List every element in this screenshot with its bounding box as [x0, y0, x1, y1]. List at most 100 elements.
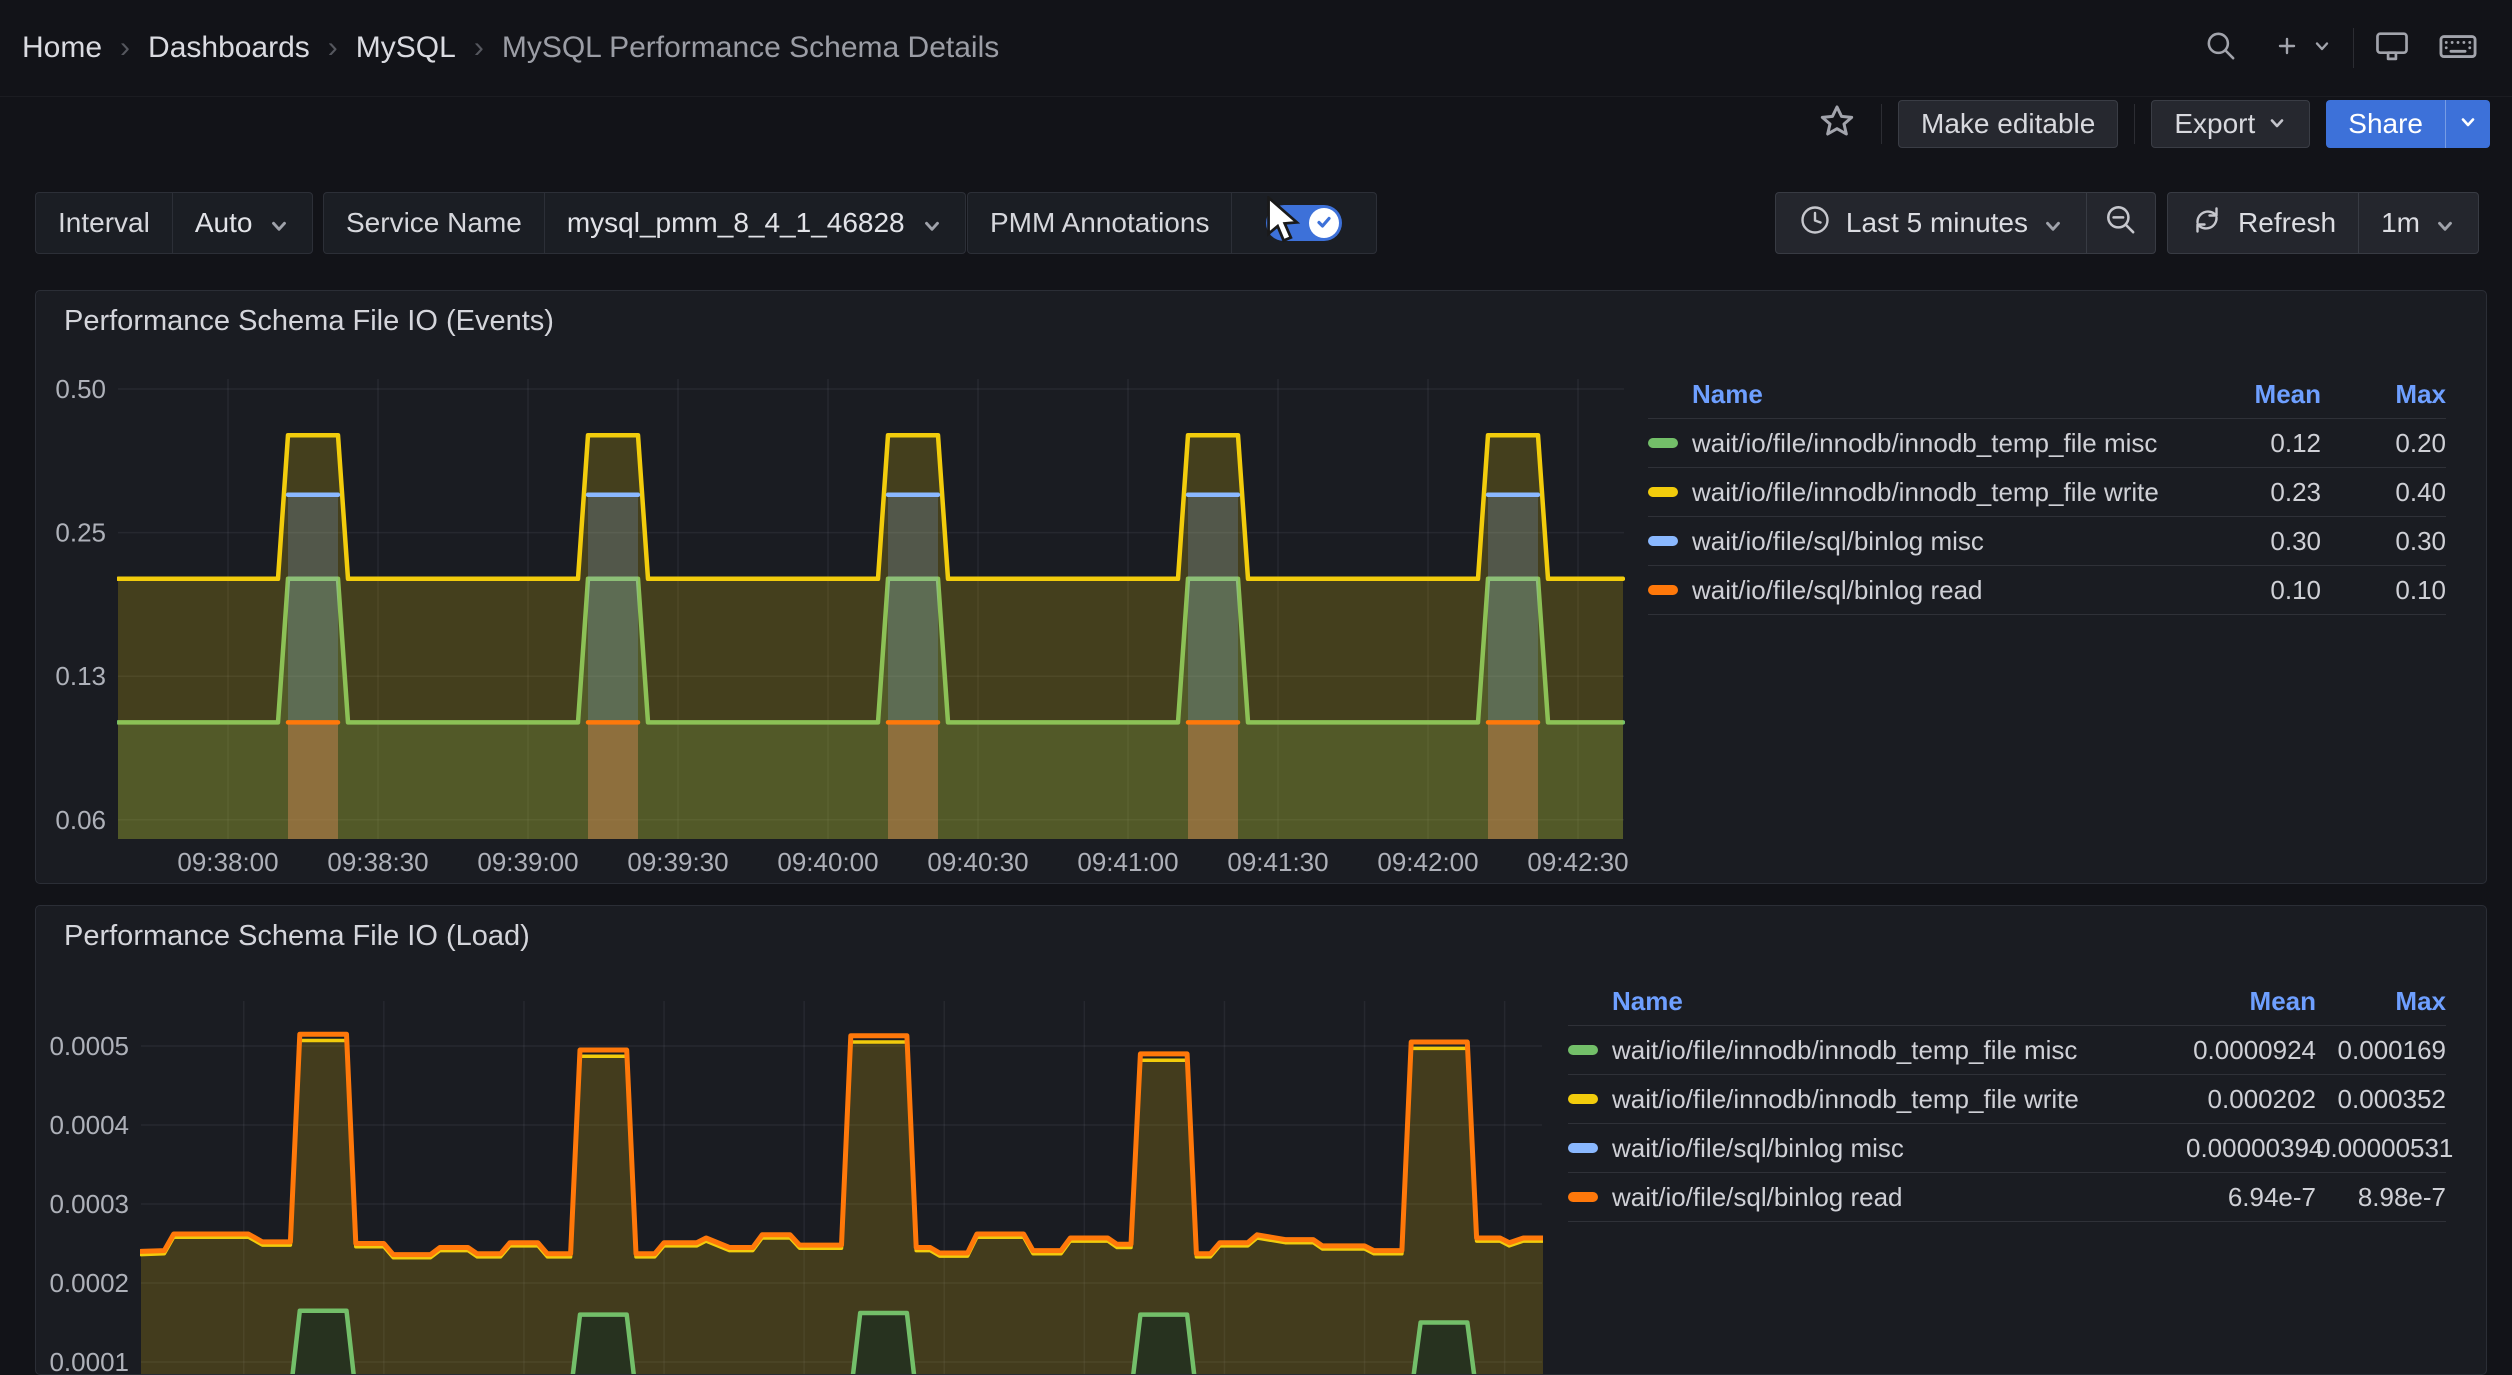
legend-row: wait/io/file/innodb/innodb_temp_file wri… — [1568, 1074, 2446, 1123]
divider — [2134, 104, 2135, 144]
series-name[interactable]: wait/io/file/innodb/innodb_temp_file mis… — [1612, 1035, 2186, 1066]
legend-row: wait/io/file/innodb/innodb_temp_file mis… — [1648, 418, 2446, 467]
pmm-annotations-control: PMM Annotations — [967, 192, 1377, 254]
refresh-interval-value: 1m — [2381, 207, 2420, 239]
legend-header-max: Max — [2316, 986, 2446, 1017]
breadcrumb-dashboards[interactable]: Dashboards — [148, 31, 310, 65]
breadcrumb-separator: › — [474, 31, 484, 65]
svg-text:09:41:00: 09:41:00 — [1077, 847, 1178, 877]
top-navigation: Home › Dashboards › MySQL › MySQL Perfor… — [0, 0, 2512, 97]
service-name-label: Service Name — [324, 193, 544, 253]
legend-header-mean: Mean — [2196, 379, 2321, 410]
plus-icon — [2270, 29, 2304, 68]
share-button[interactable]: Share — [2326, 100, 2445, 148]
legend-row: wait/io/file/innodb/innodb_temp_file wri… — [1648, 467, 2446, 516]
add-button[interactable] — [2259, 20, 2343, 76]
breadcrumb-home[interactable]: Home — [22, 31, 102, 65]
series-max-value: 0.30 — [2321, 526, 2446, 557]
breadcrumb-mysql[interactable]: MySQL — [356, 31, 456, 65]
favorite-button[interactable] — [1809, 96, 1865, 152]
series-max-value: 0.000169 — [2316, 1035, 2446, 1066]
monitor-icon — [2373, 27, 2411, 70]
keyboard-shortcuts-button[interactable] — [2430, 20, 2486, 76]
svg-text:0.13: 0.13 — [55, 661, 106, 691]
svg-text:0.0002: 0.0002 — [49, 1268, 129, 1298]
refresh-control: Refresh 1m — [2167, 192, 2479, 254]
legend-row: wait/io/file/sql/binlog misc0.300.30 — [1648, 516, 2446, 565]
series-name[interactable]: wait/io/file/innodb/innodb_temp_file mis… — [1692, 428, 2196, 459]
refresh-icon — [2190, 203, 2224, 244]
series-name[interactable]: wait/io/file/sql/binlog read — [1612, 1182, 2186, 1213]
interval-control: Interval Auto — [35, 192, 313, 254]
svg-text:09:38:00: 09:38:00 — [177, 847, 278, 877]
check-icon — [1314, 207, 1334, 239]
svg-text:09:42:30: 09:42:30 — [1527, 847, 1628, 877]
series-name[interactable]: wait/io/file/sql/binlog read — [1692, 575, 2196, 606]
make-editable-button[interactable]: Make editable — [1898, 100, 2118, 148]
series-mean-value: 0.30 — [2196, 526, 2321, 557]
chevron-down-icon — [921, 212, 943, 234]
kiosk-mode-button[interactable] — [2364, 20, 2420, 76]
svg-text:0.0001: 0.0001 — [49, 1347, 129, 1375]
search-icon — [2203, 28, 2239, 69]
search-button[interactable] — [2193, 20, 2249, 76]
svg-text:0.0003: 0.0003 — [49, 1189, 129, 1219]
svg-text:09:39:00: 09:39:00 — [477, 847, 578, 877]
share-dropdown-button[interactable] — [2445, 100, 2490, 148]
series-color-swatch — [1648, 585, 1678, 595]
legend-row: wait/io/file/sql/binlog misc0.000003940.… — [1568, 1123, 2446, 1172]
chevron-down-icon — [268, 212, 290, 234]
star-icon — [1817, 102, 1857, 147]
series-max-value: 0.00000531 — [2316, 1133, 2446, 1164]
legend-row: wait/io/file/innodb/innodb_temp_file mis… — [1568, 1025, 2446, 1074]
clock-icon — [1798, 203, 1832, 244]
svg-text:0.25: 0.25 — [55, 518, 106, 548]
svg-text:09:40:30: 09:40:30 — [927, 847, 1028, 877]
chevron-down-icon — [2042, 212, 2064, 234]
series-name[interactable]: wait/io/file/sql/binlog misc — [1692, 526, 2196, 557]
breadcrumb-separator: › — [120, 31, 130, 65]
series-color-swatch — [1648, 438, 1678, 448]
divider — [2353, 28, 2354, 68]
service-name-select[interactable]: mysql_pmm_8_4_1_46828 — [544, 193, 965, 253]
series-mean-value: 0.12 — [2196, 428, 2321, 459]
breadcrumb-current-page: MySQL Performance Schema Details — [502, 31, 999, 65]
legend-header-max: Max — [2321, 379, 2446, 410]
legend-row: wait/io/file/sql/binlog read6.94e-78.98e… — [1568, 1172, 2446, 1221]
chevron-down-icon — [2312, 36, 2332, 61]
series-mean-value: 0.000202 — [2186, 1084, 2316, 1115]
svg-text:0.50: 0.50 — [55, 374, 106, 404]
export-label: Export — [2174, 108, 2255, 140]
series-max-value: 0.40 — [2321, 477, 2446, 508]
dashboard-actions: Make editable Export Share — [0, 96, 2512, 152]
service-name-value: mysql_pmm_8_4_1_46828 — [567, 207, 905, 239]
series-mean-value: 0.10 — [2196, 575, 2321, 606]
series-color-swatch — [1568, 1192, 1598, 1202]
series-color-swatch — [1568, 1143, 1598, 1153]
series-color-swatch — [1568, 1094, 1598, 1104]
pmm-annotations-toggle[interactable] — [1231, 193, 1376, 253]
series-color-swatch — [1648, 487, 1678, 497]
series-mean-value: 0.00000394 — [2186, 1133, 2316, 1164]
series-name[interactable]: wait/io/file/innodb/innodb_temp_file wri… — [1612, 1084, 2186, 1115]
zoom-out-time-button[interactable] — [2086, 193, 2155, 253]
interval-label: Interval — [36, 193, 172, 253]
refresh-button[interactable]: Refresh — [2168, 193, 2358, 253]
legend-table: NameMeanMaxwait/io/file/innodb/innodb_te… — [1568, 977, 2446, 1222]
series-name[interactable]: wait/io/file/innodb/innodb_temp_file wri… — [1692, 477, 2196, 508]
refresh-interval-select[interactable]: 1m — [2358, 193, 2478, 253]
chevron-down-icon — [2434, 212, 2456, 234]
series-mean-value: 6.94e-7 — [2186, 1182, 2316, 1213]
legend-header-name: Name — [1568, 986, 2186, 1017]
chevron-down-icon — [2458, 112, 2478, 137]
export-button[interactable]: Export — [2151, 100, 2310, 148]
interval-value: Auto — [195, 207, 253, 239]
series-max-value: 0.10 — [2321, 575, 2446, 606]
interval-select[interactable]: Auto — [172, 193, 313, 253]
series-max-value: 8.98e-7 — [2316, 1182, 2446, 1213]
zoom-out-icon — [2103, 202, 2139, 245]
series-name[interactable]: wait/io/file/sql/binlog misc — [1612, 1133, 2186, 1164]
time-range-control: Last 5 minutes — [1775, 192, 2156, 254]
chevron-down-icon — [2267, 108, 2287, 140]
time-range-picker[interactable]: Last 5 minutes — [1776, 193, 2086, 253]
